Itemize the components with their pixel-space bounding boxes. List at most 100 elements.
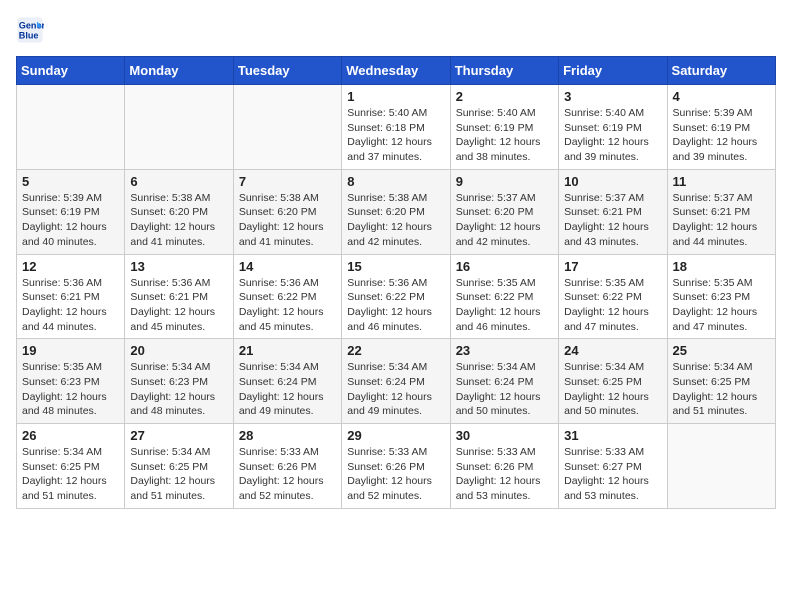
day-number: 3 [564,89,661,104]
day-info: Sunrise: 5:36 AM Sunset: 6:22 PM Dayligh… [239,276,336,335]
day-number: 11 [673,174,770,189]
day-info: Sunrise: 5:39 AM Sunset: 6:19 PM Dayligh… [673,106,770,165]
calendar-cell: 3 Sunrise: 5:40 AM Sunset: 6:19 PM Daylig… [559,85,667,170]
day-number: 13 [130,259,227,274]
calendar-cell: 30 Sunrise: 5:33 AM Sunset: 6:26 PM Dayli… [450,424,558,509]
calendar-cell: 6Sunrise: 5:38 AM Sunset: 6:20 PM Daylig… [125,169,233,254]
day-number: 23 [456,343,553,358]
calendar-cell: 26Sunrise: 5:34 AM Sunset: 6:25 PM Dayli… [17,424,125,509]
day-number: 21 [239,343,336,358]
day-info: Sunrise: 5:38 AM Sunset: 6:20 PM Dayligh… [347,191,444,250]
calendar-header-row: SundayMondayTuesdayWednesdayThursdayFrid… [17,57,776,85]
calendar-cell: 8 Sunrise: 5:38 AM Sunset: 6:20 PM Daylig… [342,169,450,254]
day-number: 1 [347,89,444,104]
day-number: 5 [22,174,119,189]
calendar-cell [17,85,125,170]
calendar-cell: 29 Sunrise: 5:33 AM Sunset: 6:26 PM Dayli… [342,424,450,509]
day-info: Sunrise: 5:34 AM Sunset: 6:25 PM Dayligh… [564,360,661,419]
day-number: 8 [347,174,444,189]
day-number: 29 [347,428,444,443]
day-info: Sunrise: 5:35 AM Sunset: 6:23 PM Dayligh… [673,276,770,335]
weekday-header-wednesday: Wednesday [342,57,450,85]
day-number: 28 [239,428,336,443]
calendar-cell: 17 Sunrise: 5:35 AM Sunset: 6:22 PM Dayli… [559,254,667,339]
calendar-cell: 27 Sunrise: 5:34 AM Sunset: 6:25 PM Dayli… [125,424,233,509]
day-info: Sunrise: 5:35 AM Sunset: 6:23 PM Dayligh… [22,360,119,419]
logo: General Blue [16,16,50,44]
calendar-cell: 19 Sunrise: 5:35 AM Sunset: 6:23 PM Dayli… [17,339,125,424]
weekday-header-tuesday: Tuesday [233,57,341,85]
calendar-table: SundayMondayTuesdayWednesdayThursdayFrid… [16,56,776,509]
day-info: Sunrise: 5:38 AM Sunset: 6:20 PM Dayligh… [239,191,336,250]
calendar-cell: 2Sunrise: 5:40 AM Sunset: 6:19 PM Daylig… [450,85,558,170]
svg-text:Blue: Blue [19,30,39,40]
day-info: Sunrise: 5:35 AM Sunset: 6:22 PM Dayligh… [456,276,553,335]
calendar-cell [125,85,233,170]
day-number: 25 [673,343,770,358]
day-number: 27 [130,428,227,443]
day-number: 17 [564,259,661,274]
calendar-cell: 5 Sunrise: 5:39 AM Sunset: 6:19 PM Daylig… [17,169,125,254]
day-info: Sunrise: 5:36 AM Sunset: 6:21 PM Dayligh… [22,276,119,335]
day-number: 2 [456,89,553,104]
day-number: 26 [22,428,119,443]
day-info: Sunrise: 5:40 AM Sunset: 6:18 PM Dayligh… [347,106,444,165]
day-number: 20 [130,343,227,358]
day-info: Sunrise: 5:40 AM Sunset: 6:19 PM Dayligh… [564,106,661,165]
calendar-cell: 23 Sunrise: 5:34 AM Sunset: 6:24 PM Dayli… [450,339,558,424]
day-number: 19 [22,343,119,358]
calendar-cell: 16 Sunrise: 5:35 AM Sunset: 6:22 PM Dayli… [450,254,558,339]
calendar-cell: 1 Sunrise: 5:40 AM Sunset: 6:18 PM Daylig… [342,85,450,170]
day-info: Sunrise: 5:37 AM Sunset: 6:21 PM Dayligh… [673,191,770,250]
day-info: Sunrise: 5:34 AM Sunset: 6:25 PM Dayligh… [130,445,227,504]
weekday-header-friday: Friday [559,57,667,85]
calendar-cell: 13 Sunrise: 5:36 AM Sunset: 6:21 PM Dayli… [125,254,233,339]
calendar-week-row: 26 Sunrise: 5:34 AM Sunset: 6:25 PM Dayli… [17,424,776,509]
calendar-cell: 21Sunrise: 5:34 AM Sunset: 6:24 PM Dayli… [233,339,341,424]
day-number: 4 [673,89,770,104]
day-info: Sunrise: 5:37 AM Sunset: 6:20 PM Dayligh… [456,191,553,250]
weekday-header-sunday: Sunday [17,57,125,85]
day-info: Sunrise: 5:34 AM Sunset: 6:23 PM Dayligh… [130,360,227,419]
calendar-cell: 18Sunrise: 5:35 AM Sunset: 6:23 PM Dayli… [667,254,775,339]
day-info: Sunrise: 5:33 AM Sunset: 6:27 PM Dayligh… [564,445,661,504]
calendar-cell: 14Sunrise: 5:36 AM Sunset: 6:22 PM Dayli… [233,254,341,339]
day-number: 31 [564,428,661,443]
day-info: Sunrise: 5:33 AM Sunset: 6:26 PM Dayligh… [456,445,553,504]
calendar-week-row: 5 Sunrise: 5:39 AM Sunset: 6:19 PM Daylig… [17,169,776,254]
calendar-cell: 7 Sunrise: 5:38 AM Sunset: 6:20 PM Daylig… [233,169,341,254]
day-number: 30 [456,428,553,443]
calendar-cell: 24 Sunrise: 5:34 AM Sunset: 6:25 PM Dayli… [559,339,667,424]
day-info: Sunrise: 5:38 AM Sunset: 6:20 PM Dayligh… [130,191,227,250]
calendar-cell: 22 Sunrise: 5:34 AM Sunset: 6:24 PM Dayli… [342,339,450,424]
calendar-body: 1 Sunrise: 5:40 AM Sunset: 6:18 PM Daylig… [17,85,776,509]
day-info: Sunrise: 5:35 AM Sunset: 6:22 PM Dayligh… [564,276,661,335]
calendar-cell: 10 Sunrise: 5:37 AM Sunset: 6:21 PM Dayli… [559,169,667,254]
day-info: Sunrise: 5:34 AM Sunset: 6:24 PM Dayligh… [456,360,553,419]
calendar-cell: 25 Sunrise: 5:34 AM Sunset: 6:25 PM Dayli… [667,339,775,424]
day-info: Sunrise: 5:34 AM Sunset: 6:25 PM Dayligh… [673,360,770,419]
weekday-header-thursday: Thursday [450,57,558,85]
day-number: 7 [239,174,336,189]
day-info: Sunrise: 5:37 AM Sunset: 6:21 PM Dayligh… [564,191,661,250]
day-number: 22 [347,343,444,358]
day-number: 10 [564,174,661,189]
day-info: Sunrise: 5:36 AM Sunset: 6:22 PM Dayligh… [347,276,444,335]
day-info: Sunrise: 5:34 AM Sunset: 6:24 PM Dayligh… [347,360,444,419]
calendar-cell: 28 Sunrise: 5:33 AM Sunset: 6:26 PM Dayli… [233,424,341,509]
day-info: Sunrise: 5:33 AM Sunset: 6:26 PM Dayligh… [239,445,336,504]
calendar-cell: 4 Sunrise: 5:39 AM Sunset: 6:19 PM Daylig… [667,85,775,170]
day-info: Sunrise: 5:33 AM Sunset: 6:26 PM Dayligh… [347,445,444,504]
day-number: 16 [456,259,553,274]
day-number: 9 [456,174,553,189]
calendar-cell [233,85,341,170]
day-info: Sunrise: 5:39 AM Sunset: 6:19 PM Dayligh… [22,191,119,250]
calendar-week-row: 12Sunrise: 5:36 AM Sunset: 6:21 PM Dayli… [17,254,776,339]
weekday-header-monday: Monday [125,57,233,85]
calendar-week-row: 1 Sunrise: 5:40 AM Sunset: 6:18 PM Daylig… [17,85,776,170]
page-header: General Blue [16,16,776,44]
calendar-cell: 11 Sunrise: 5:37 AM Sunset: 6:21 PM Dayli… [667,169,775,254]
day-number: 24 [564,343,661,358]
day-number: 15 [347,259,444,274]
day-info: Sunrise: 5:36 AM Sunset: 6:21 PM Dayligh… [130,276,227,335]
